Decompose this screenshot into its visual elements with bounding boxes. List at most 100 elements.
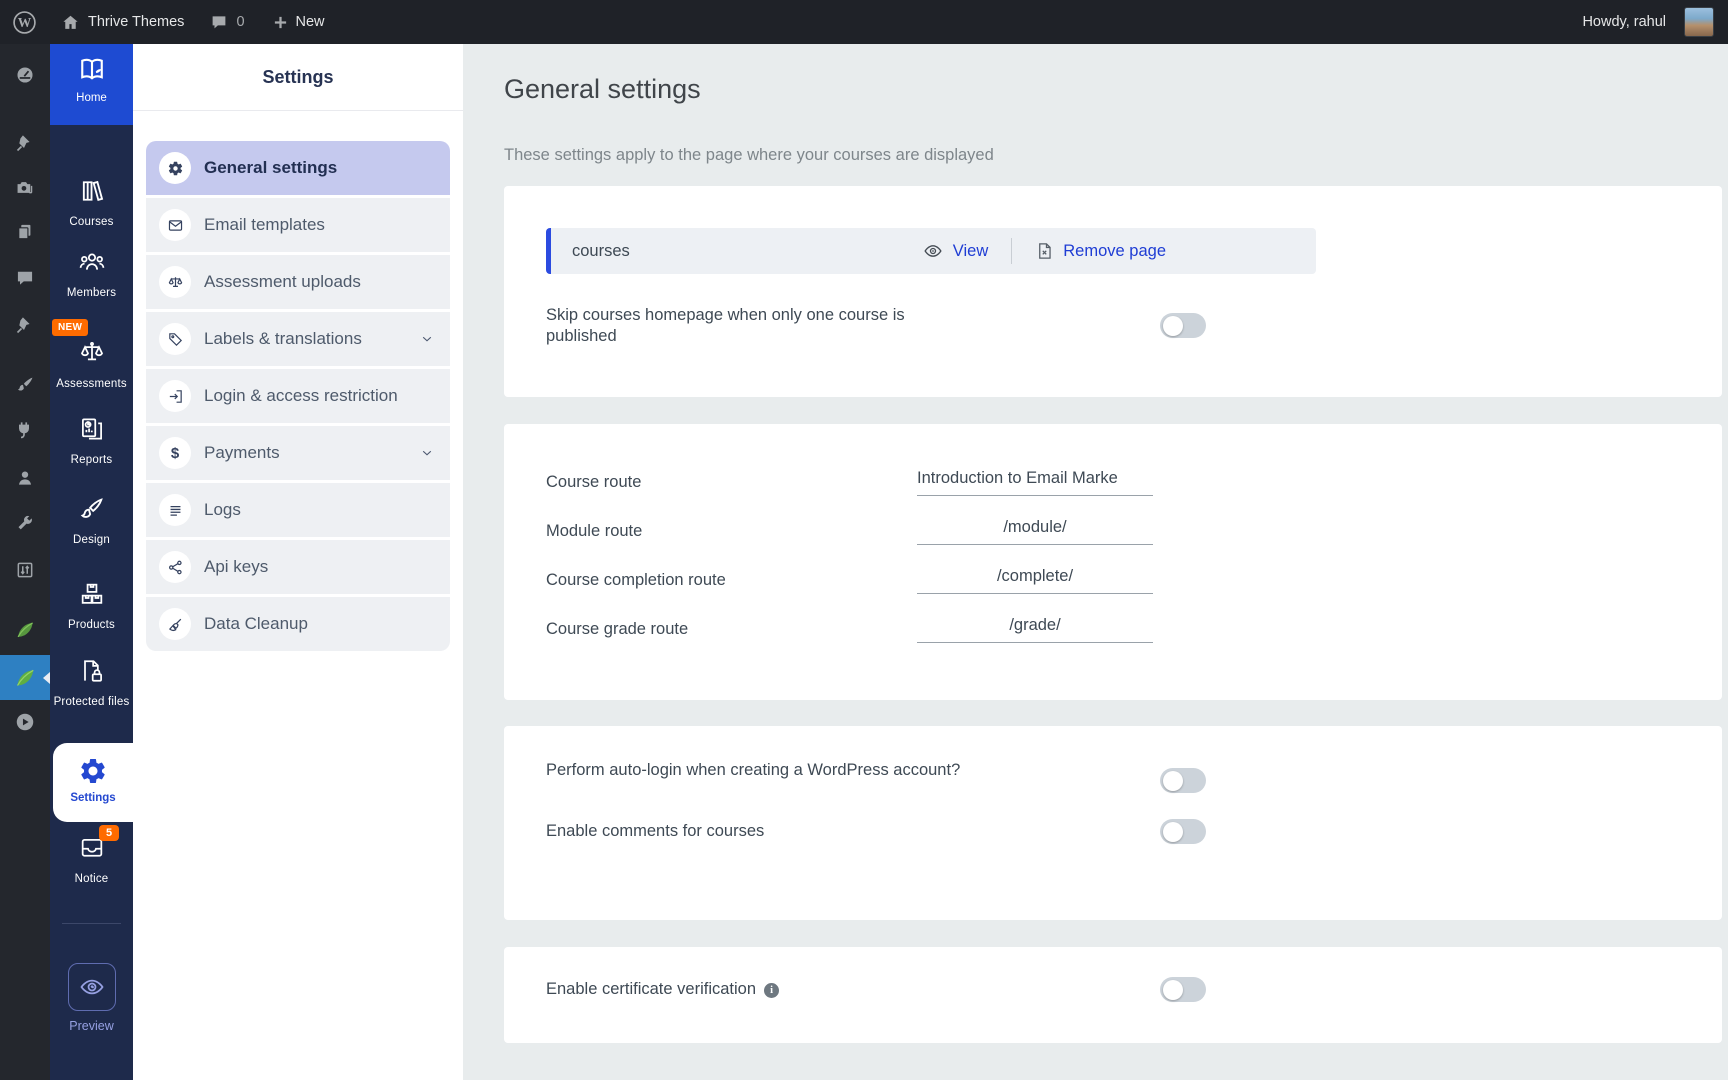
course-completion-route-input[interactable] [917, 567, 1153, 594]
plus-icon [274, 16, 286, 28]
comments-toggle[interactable] [1160, 819, 1206, 844]
menu-item-label: General settings [204, 158, 338, 177]
course-page-card: courses View Remove page Skip courses ho… [504, 186, 1722, 397]
wordpress-logo-icon[interactable]: W [12, 10, 37, 35]
menu-item-email-templates[interactable]: Email templates [146, 198, 450, 252]
setting-label: Perform auto-login when creating a WordP… [546, 761, 961, 779]
list-lines-icon [159, 494, 191, 526]
new-label: New [295, 14, 325, 30]
site-menu[interactable]: Thrive Themes [61, 13, 184, 32]
menu-item-payments[interactable]: $ Payments [146, 426, 450, 480]
thrive-leaf-icon[interactable] [14, 619, 36, 641]
sidebar-item-members[interactable]: Members [50, 248, 133, 301]
remove-page-link[interactable]: Remove page [1035, 241, 1166, 261]
course-completion-route-row: Course completion route [546, 556, 1722, 605]
view-page-link[interactable]: View [922, 241, 988, 261]
menu-item-login-access-restriction[interactable]: Login & access restriction [146, 369, 450, 423]
new-content-menu[interactable]: New [273, 14, 325, 30]
tools-wrench-icon[interactable] [15, 514, 35, 534]
remove-document-icon [1039, 243, 1051, 259]
eye-icon [924, 245, 942, 257]
users-icon[interactable] [15, 468, 35, 488]
setting-label: Enable comments for courses [546, 822, 765, 840]
new-badge: NEW [52, 319, 89, 336]
menu-item-general-settings[interactable]: General settings [146, 141, 450, 195]
dollar-icon: $ [159, 437, 191, 469]
appearance-brush-icon[interactable] [15, 375, 36, 396]
sidebar-item-label: Protected files [53, 696, 130, 708]
tag-icon [159, 323, 191, 355]
sidebar-item-products[interactable]: Products [50, 580, 133, 633]
comments-menu[interactable]: 0 [210, 13, 245, 31]
menu-item-label: Data Cleanup [204, 614, 308, 633]
plugins-icon[interactable] [15, 420, 35, 440]
skip-homepage-setting: Skip courses homepage when only one cour… [546, 305, 1206, 347]
menu-item-label: Payments [204, 443, 280, 462]
menu-item-data-cleanup[interactable]: Data Cleanup [146, 597, 450, 651]
dashboard-icon[interactable] [15, 65, 36, 86]
route-label: Course grade route [546, 620, 689, 638]
svg-text:W: W [18, 15, 32, 30]
current-menu-arrow [43, 671, 50, 684]
pin-icon[interactable] [15, 315, 35, 335]
sidebar-item-preview[interactable]: Preview [50, 963, 133, 1033]
sidebar-item-notice[interactable]: 5 Notice [50, 825, 133, 887]
sidebar-item-settings[interactable]: Settings [53, 743, 133, 822]
sidebar-item-reports[interactable]: Reports [50, 415, 133, 468]
sidebar-item-label: Settings [70, 792, 116, 804]
module-route-input[interactable] [917, 518, 1153, 545]
panel-divider [133, 110, 463, 111]
apprentice-sidebar: Home Courses Members NEW Assessments Rep… [50, 44, 133, 1080]
panel-title: Settings [262, 67, 334, 87]
sidebar-item-label: Assessments [56, 378, 127, 390]
sidebar-item-assessments[interactable]: NEW Assessments [50, 319, 133, 392]
sidebar-item-courses[interactable]: Courses [50, 177, 133, 230]
pin-icon[interactable] [15, 133, 35, 153]
account-options-card: Perform auto-login when creating a WordP… [504, 726, 1722, 920]
page-title: General settings [504, 74, 701, 104]
menu-item-assessment-uploads[interactable]: Assessment uploads [146, 255, 450, 309]
course-route-row: Course route [546, 458, 1722, 507]
sidebar-item-label: Preview [69, 1019, 114, 1033]
module-route-row: Module route [546, 507, 1722, 556]
course-route-input[interactable] [917, 469, 1153, 496]
account-menu[interactable]: Howdy, rahul [1582, 7, 1714, 37]
menu-item-labels-translations[interactable]: Labels & translations [146, 312, 450, 366]
settings-sliders-icon[interactable] [15, 560, 35, 580]
course-grade-route-input[interactable] [917, 616, 1153, 643]
envelope-icon [159, 209, 191, 241]
settings-panel: Settings General settings Email template… [133, 44, 463, 1080]
actions-divider [1011, 238, 1013, 264]
certificate-toggle[interactable] [1160, 977, 1206, 1002]
thrive-apprentice-active-item[interactable] [0, 655, 50, 700]
menu-item-label: Assessment uploads [204, 272, 361, 291]
skip-homepage-toggle[interactable] [1160, 313, 1206, 338]
sidebar-item-design[interactable]: Design [50, 495, 133, 548]
balance-scales-icon [159, 266, 191, 298]
bookshelf-icon [82, 180, 103, 202]
balance-scales-icon [80, 341, 103, 361]
comment-bubble-icon [213, 16, 226, 29]
pages-icon[interactable] [15, 222, 35, 242]
menu-item-logs[interactable]: Logs [146, 483, 450, 537]
video-play-icon[interactable] [14, 711, 36, 733]
main-content: General settings These settings apply to… [463, 44, 1728, 1080]
file-lock-icon [83, 660, 102, 682]
avatar [1684, 7, 1714, 37]
notice-count-badge: 5 [99, 825, 119, 841]
howdy-text: Howdy, rahul [1582, 14, 1666, 30]
auto-login-toggle[interactable] [1160, 768, 1206, 793]
comments-icon[interactable] [15, 268, 35, 288]
report-documents-icon [81, 418, 102, 440]
chevron-down-icon [420, 332, 434, 346]
setting-label: Enable certificate verification i [546, 979, 780, 1000]
open-book-icon [80, 58, 103, 80]
page-subtitle: These settings apply to the page where y… [504, 146, 994, 164]
menu-item-api-keys[interactable]: Api keys [146, 540, 450, 594]
sidebar-item-label: Reports [70, 454, 113, 466]
preview-eye-frame [67, 963, 116, 1011]
sidebar-item-home[interactable]: Home [50, 44, 133, 125]
info-icon[interactable]: i [764, 983, 780, 998]
sidebar-item-protected-files[interactable]: Protected files [50, 657, 133, 710]
media-icon[interactable] [15, 178, 36, 199]
